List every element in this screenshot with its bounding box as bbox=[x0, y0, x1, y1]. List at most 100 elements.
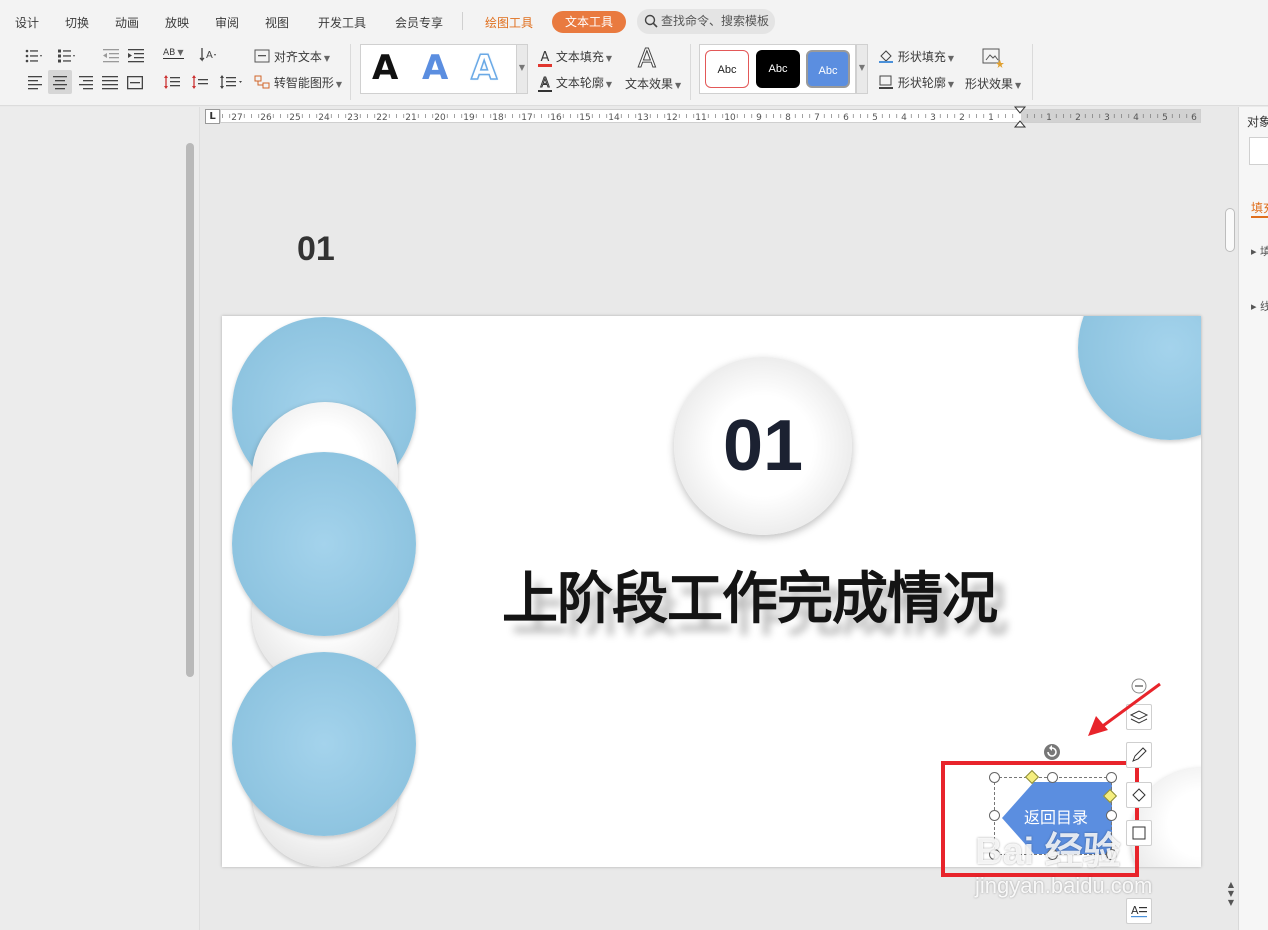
text-direction-button[interactable]: AB ▼ bbox=[163, 48, 184, 59]
ruler-tick-label: 4 bbox=[1133, 113, 1139, 122]
ruler-tick-label: 17 bbox=[521, 113, 532, 122]
smart-shape-button[interactable]: 转智能图形 ▼ bbox=[254, 74, 342, 91]
tab-drawing-tools[interactable]: 绘图工具 bbox=[485, 14, 533, 31]
ruler-tick-label: 3 bbox=[1104, 113, 1110, 122]
annotation-arrow-icon bbox=[1088, 682, 1161, 736]
increase-indent-icon[interactable] bbox=[126, 47, 146, 65]
bucket-icon bbox=[1132, 788, 1146, 802]
smart-shape-icon bbox=[254, 75, 270, 89]
text-wrap-button[interactable]: A bbox=[1126, 898, 1152, 924]
shape-effect-button[interactable]: 形状效果 ▼ bbox=[965, 75, 1021, 92]
text-outline-label: 文本轮廓 bbox=[555, 76, 604, 90]
horizontal-ruler[interactable]: 27 26 25 24 23 22 21 20 19 18 17 16 15 14 13 12 11 10 9 8 7 6… bbox=[220, 109, 1201, 123]
wordart-style-black[interactable]: A bbox=[372, 48, 398, 88]
wordart-gallery-more-button[interactable]: ▼ bbox=[516, 44, 528, 94]
shape-fill-tool-button[interactable] bbox=[1126, 782, 1152, 808]
decrease-indent-icon[interactable] bbox=[101, 47, 121, 65]
search-input[interactable]: 查找命令、搜索模板 bbox=[637, 9, 775, 34]
menu-bar: 设计 切换 动画 放映 审阅 视图 开发工具 会员专享 绘图工具 文本工具 查找… bbox=[0, 0, 1268, 42]
ruler-tick-label: 13 bbox=[637, 113, 648, 122]
wordart-style-outline[interactable]: A bbox=[470, 47, 498, 89]
tab-stop-selector[interactable]: L bbox=[205, 109, 220, 124]
slide-scroll-thumb[interactable] bbox=[1225, 208, 1235, 252]
shape-outline-label: 形状轮廓 bbox=[897, 76, 946, 90]
numbered-list-icon[interactable] bbox=[57, 47, 77, 65]
distribute-icon[interactable] bbox=[125, 73, 145, 91]
scroll-down-icons[interactable]: ▲ ▼ ▼ bbox=[1226, 880, 1236, 907]
ruler-tick-label: 21 bbox=[405, 113, 416, 122]
svg-text:A: A bbox=[1131, 904, 1139, 917]
indent-marker-icon[interactable] bbox=[1013, 106, 1027, 128]
text-wrap-icon: A bbox=[1131, 904, 1147, 918]
ruler-tick-label: 12 bbox=[666, 113, 677, 122]
pane-dropdown[interactable] bbox=[1249, 137, 1268, 165]
menu-transition[interactable]: 切换 bbox=[65, 14, 89, 31]
smart-shape-label: 转智能图形 bbox=[273, 76, 334, 90]
ruler-tick-label: 15 bbox=[579, 113, 590, 122]
ribbon: AB ▼ A 对齐文本 ▼ 转智能图形 ▼ A A A ▼ A 文本填充 ▼ A 文本轮… bbox=[0, 42, 1268, 106]
watermark-logo: Bai 经验 bbox=[975, 831, 1121, 873]
text-effect-icon[interactable]: A bbox=[638, 44, 664, 75]
pen-button[interactable] bbox=[1126, 742, 1152, 768]
ruler-tick-label: 14 bbox=[608, 113, 620, 122]
align-right-icon[interactable] bbox=[75, 73, 95, 91]
wordart-style-blue[interactable]: A bbox=[422, 48, 448, 88]
ruler-tick-label: 24 bbox=[318, 113, 330, 122]
ab-label: AB bbox=[163, 48, 176, 58]
shape-fill-button[interactable]: 形状填充 ▼ bbox=[878, 48, 954, 65]
text-effect-button[interactable]: 文本效果 ▼ bbox=[625, 75, 681, 92]
justify-icon[interactable] bbox=[100, 73, 120, 91]
paragraph-spacing-icon[interactable] bbox=[190, 73, 210, 91]
menu-developer[interactable]: 开发工具 bbox=[318, 14, 366, 31]
ruler-tick-label: 20 bbox=[434, 113, 446, 122]
pane-section-fill-label: 填 bbox=[1260, 245, 1268, 258]
shape-outline-button[interactable]: 形状轮廓 ▼ bbox=[878, 74, 954, 91]
text-fill-label: 文本填充 bbox=[555, 50, 604, 64]
align-text-button[interactable]: 对齐文本 ▼ bbox=[254, 48, 330, 65]
bullet-list-icon[interactable] bbox=[24, 47, 44, 65]
ruler-tick-label: 11 bbox=[695, 113, 706, 122]
ribbon-separator bbox=[690, 44, 691, 100]
outline-tool-button[interactable] bbox=[1126, 820, 1152, 846]
align-left-icon[interactable] bbox=[26, 73, 46, 91]
text-fill-button[interactable]: A 文本填充 ▼ bbox=[538, 48, 612, 67]
decor-circle-blue bbox=[1078, 316, 1201, 440]
menu-view[interactable]: 视图 bbox=[265, 14, 289, 31]
shape-style-black[interactable]: Abc bbox=[756, 50, 800, 88]
pane-section-line[interactable]: ▸ 线 bbox=[1251, 298, 1268, 314]
line-spacing-icon[interactable] bbox=[162, 73, 182, 91]
shape-effect-icon[interactable] bbox=[980, 46, 1004, 70]
menu-design[interactable]: 设计 bbox=[15, 14, 39, 31]
shape-gallery-more-button[interactable]: ▼ bbox=[856, 44, 868, 94]
ruler-tick-label: 6 bbox=[843, 113, 849, 122]
search-placeholder: 查找命令、搜索模板 bbox=[661, 14, 770, 28]
section-number[interactable]: 01 bbox=[674, 406, 852, 486]
pane-section-fill[interactable]: ▸ 填 bbox=[1251, 243, 1268, 259]
text-effect-label: 文本效果 bbox=[625, 77, 674, 91]
ruler-tick-label: 18 bbox=[492, 113, 504, 122]
menu-slideshow[interactable]: 放映 bbox=[165, 14, 189, 31]
ruler-tick-label: 7 bbox=[814, 113, 820, 122]
menu-animation[interactable]: 动画 bbox=[115, 14, 139, 31]
align-text-icon bbox=[254, 49, 270, 63]
ruler-tick-label: 3 bbox=[930, 113, 936, 122]
ribbon-separator bbox=[1032, 44, 1033, 100]
object-properties-pane: 对象 填充 ▸ 填 ▸ 线 bbox=[1238, 107, 1268, 930]
thumbnail-scrollbar[interactable] bbox=[186, 143, 194, 677]
text-outline-button[interactable]: A 文本轮廓 ▼ bbox=[538, 74, 612, 92]
ruler-tick-label: 5 bbox=[1162, 113, 1168, 122]
section-title[interactable]: 上阶段工作完成情况 bbox=[502, 554, 1102, 635]
text-outline-icon: A bbox=[538, 77, 552, 92]
tab-text-tools[interactable]: 文本工具 bbox=[552, 11, 626, 33]
ruler-tick-label: 8 bbox=[785, 113, 791, 122]
shape-style-blue[interactable]: Abc bbox=[806, 50, 850, 88]
ruler-tick-label: 2 bbox=[959, 113, 965, 122]
align-center-icon[interactable] bbox=[50, 73, 70, 91]
rotate-handle-icon[interactable] bbox=[1043, 743, 1061, 761]
line-spacing-sort-icon[interactable]: A bbox=[198, 46, 218, 64]
shape-style-outline-red[interactable]: Abc bbox=[705, 50, 749, 88]
menu-review[interactable]: 审阅 bbox=[215, 14, 239, 31]
menu-member[interactable]: 会员专享 bbox=[395, 14, 443, 31]
pane-tab-fill[interactable]: 填充 bbox=[1251, 199, 1268, 218]
spacing-dropdown-icon[interactable] bbox=[218, 73, 244, 91]
